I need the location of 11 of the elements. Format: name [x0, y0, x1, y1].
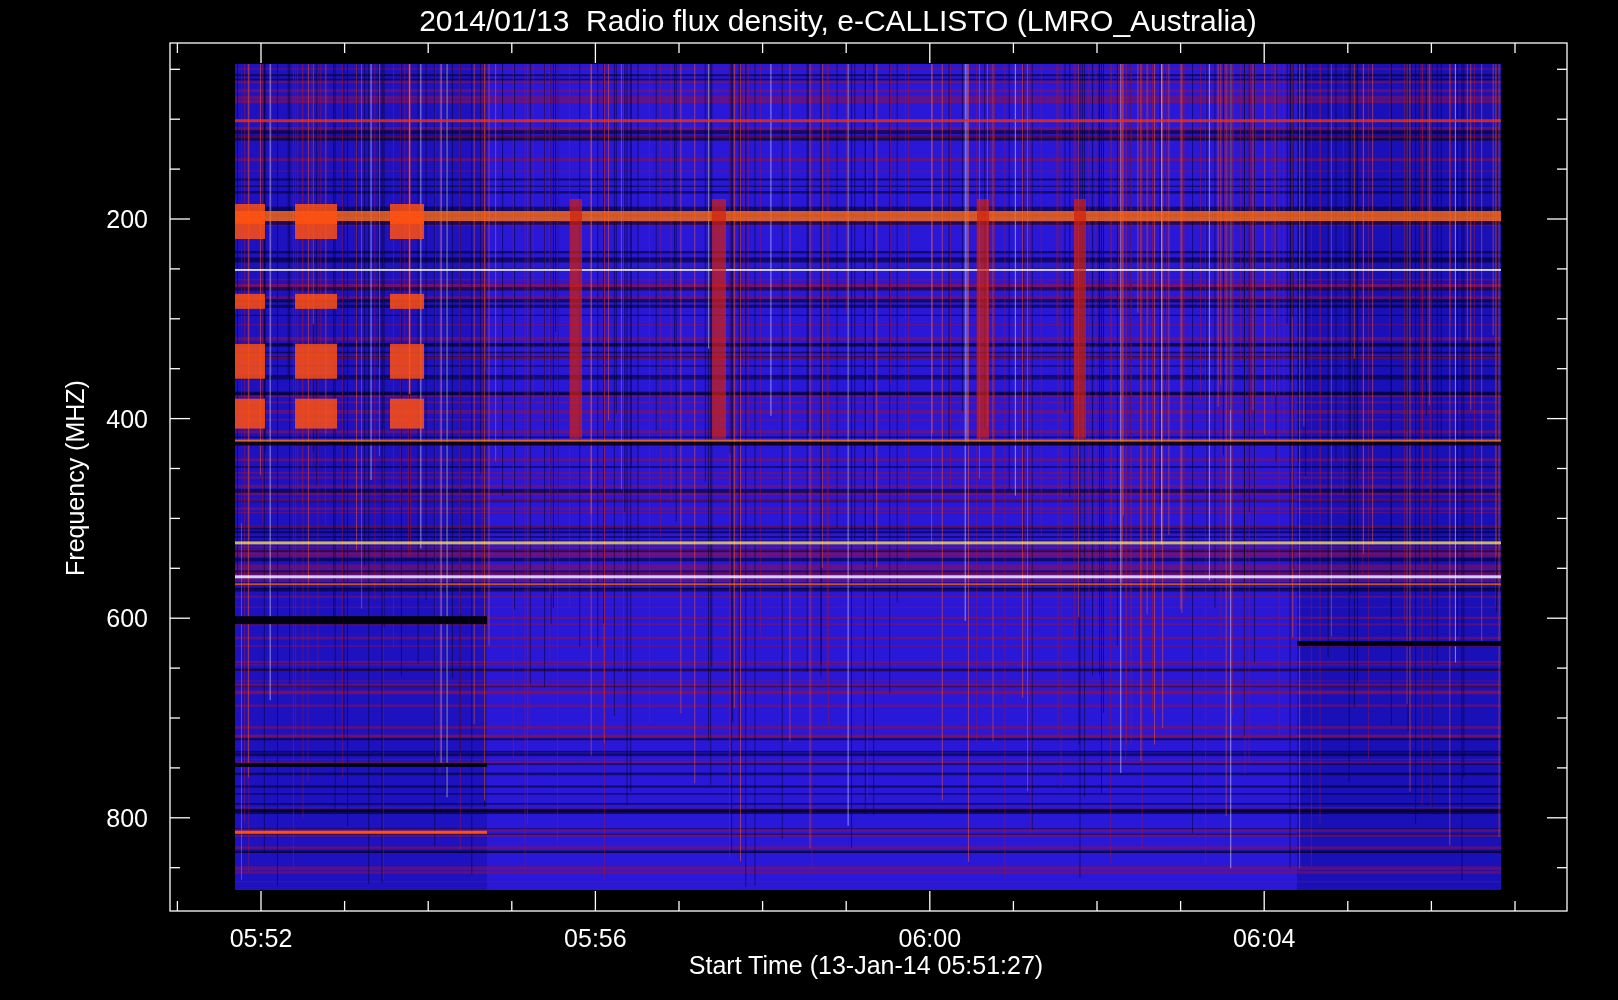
axis-tick-label: 600	[106, 604, 148, 633]
axis-title: Frequency (MHZ)	[61, 380, 89, 576]
axis-tick-label: 05:52	[229, 924, 293, 952]
axis-tick-label: 05:56	[564, 924, 627, 952]
axis-tick-label: 06:04	[1232, 924, 1296, 952]
axis-tick-label: 200	[106, 205, 148, 233]
axis-title: Start Time (13-Jan-14 05:51:27)	[688, 951, 1044, 979]
chart-title: 2014/01/13 Radio flux density, e-CALLISTO (LMRO_Australia)	[419, 4, 1257, 37]
axis-tick-label: 400	[106, 404, 148, 433]
axis-tick-label: 06:00	[898, 924, 962, 952]
axis-tick-label: 800	[106, 803, 148, 832]
